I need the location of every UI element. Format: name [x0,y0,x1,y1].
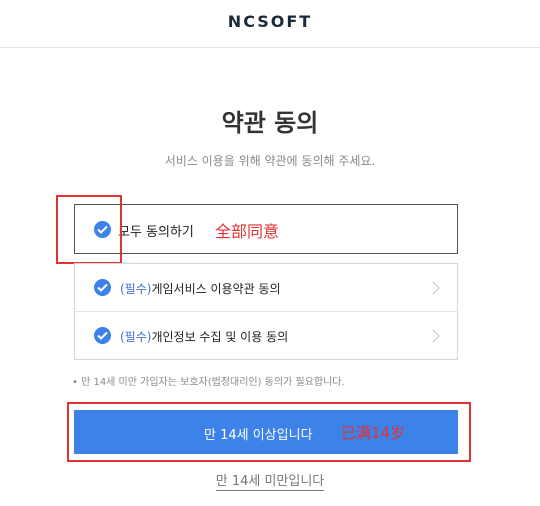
header: NCSOFT [0,0,540,48]
check-circle-icon[interactable] [94,279,111,296]
term-text: 개인정보 수집 및 이용 동의 [151,330,289,344]
under-14-link-wrap: 만 14세 미만입니다 [0,470,540,491]
term-text: 게임서비스 이용약관 동의 [151,282,281,296]
chevron-right-icon[interactable] [431,280,441,296]
annotation-highlight-box [67,402,471,462]
term-row-privacy[interactable]: (필수)개인정보 수집 및 이용 동의 [75,312,457,360]
under-14-link[interactable]: 만 14세 미만입니다 [215,474,325,491]
ncsoft-logo[interactable]: NCSOFT [0,12,540,31]
chevron-right-icon[interactable] [431,328,441,344]
term-row-game-service[interactable]: (필수)게임서비스 이용약관 동의 [75,264,457,312]
term-label: (필수)개인정보 수집 및 이용 동의 [120,328,288,345]
term-label: (필수)게임서비스 이용약관 동의 [120,280,281,297]
annotation-agree-all: 全部同意 [215,222,280,241]
terms-list: (필수)게임서비스 이용약관 동의 (필수)개인정보 수집 및 이용 동의 [74,263,458,360]
agree-all-row[interactable]: 모두 동의하기 全部同意 [74,204,458,254]
required-tag: (필수) [120,330,152,344]
required-tag: (필수) [120,282,152,296]
annotation-highlight-box [56,195,122,264]
page-subtitle: 서비스 이용을 위해 약관에 동의해 주세요. [164,154,376,168]
agree-all-label: 모두 동의하기 [118,225,194,240]
page-title: 약관 동의 [221,109,319,137]
age-notice: • 만 14세 미만 가입자는 보호자(법정대리인) 동의가 필요합니다. [72,377,345,388]
check-circle-icon[interactable] [94,327,111,344]
